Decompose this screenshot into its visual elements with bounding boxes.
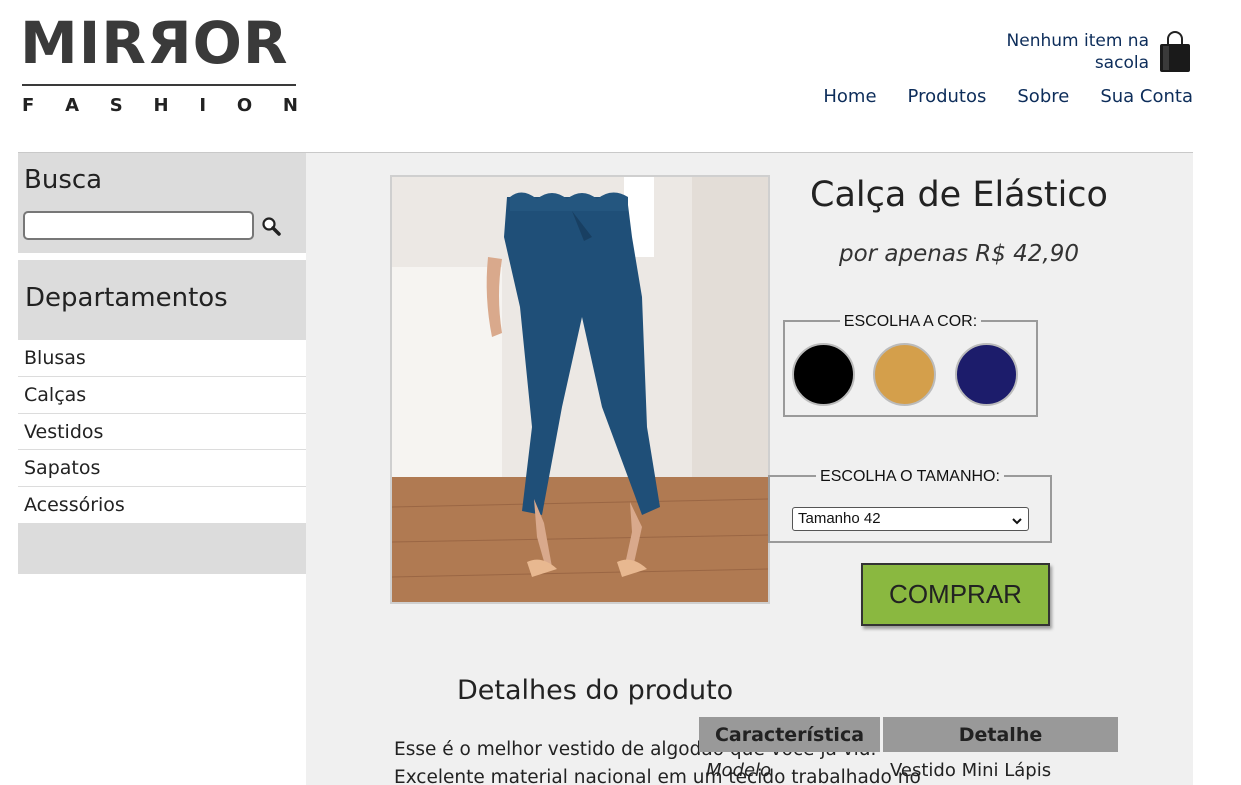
brand-name: MIRЯOR [20, 9, 289, 77]
department-item-sapatos[interactable]: Sapatos [18, 450, 306, 488]
size-fieldset: ESCOLHA O TAMANHO: Tamanho 42 [768, 468, 1052, 543]
product-image [390, 175, 770, 604]
brand-sub-letter: I [199, 95, 207, 116]
search-title: Busca [24, 165, 103, 195]
details-title: Detalhes do produto [457, 675, 734, 706]
nav-home[interactable]: Home [823, 86, 876, 107]
brand-sub-letter: S [109, 95, 123, 116]
cart-status: Nenhum item na sacola [1006, 31, 1149, 73]
size-legend: ESCOLHA O TAMANHO: [816, 468, 1004, 485]
sidebar-separator [18, 253, 306, 260]
departments-title: Departamentos [25, 283, 228, 313]
cart-widget[interactable]: Nenhum item na sacola [989, 30, 1193, 74]
main-nav: Home Produtos Sobre Sua Conta [823, 86, 1193, 107]
brand-sub-letter: A [65, 95, 79, 116]
table-row: Modelo Vestido Mini Lápis [699, 752, 1118, 785]
department-item-blusas[interactable]: Blusas [18, 340, 306, 377]
brand-sub-letter: O [236, 95, 253, 116]
size-legend-wrap: ESCOLHA O TAMANHO: [770, 466, 1050, 486]
color-legend: ESCOLHA A COR: [839, 313, 982, 330]
product-panel: Calça de Elástico por apenas R$ 42,90 ES… [306, 153, 1193, 785]
brand-sub-letter: H [153, 95, 169, 116]
logo-divider [22, 84, 296, 86]
department-item-acessorios[interactable]: Acessórios [18, 487, 306, 524]
brand-sub-letter: N [282, 95, 298, 116]
size-select-value: Tamanho 42 [798, 510, 881, 527]
spec-value: Vestido Mini Lápis [890, 759, 1052, 781]
product-price: por apenas R$ 42,90 [838, 241, 1080, 267]
product-title: Calça de Elástico [810, 175, 1108, 215]
spec-table: Característica Detalhe Modelo Vestido Mi… [696, 717, 1121, 785]
color-legend-wrap: ESCOLHA A COR: [785, 311, 1036, 331]
department-item-vestidos[interactable]: Vestidos [18, 413, 306, 451]
brand-sub-letter: F [22, 95, 35, 116]
brand-logo[interactable]: MIRЯOR F A S H I O N [20, 12, 298, 118]
color-swatch-navy[interactable] [955, 343, 1018, 406]
nav-produtos[interactable]: Produtos [908, 86, 987, 107]
color-swatch-black[interactable] [792, 343, 855, 406]
department-item-calcas[interactable]: Calças [18, 376, 306, 414]
nav-sobre[interactable]: Sobre [1017, 86, 1069, 107]
spec-header-caracteristica: Característica [699, 717, 880, 752]
buy-button[interactable]: COMPRAR [861, 563, 1050, 626]
nav-sua-conta[interactable]: Sua Conta [1100, 86, 1193, 107]
sidebar: Busca Departamentos Blusas Calças Vestid… [18, 153, 306, 574]
search-input[interactable] [23, 211, 254, 240]
size-select[interactable]: Tamanho 42 [792, 507, 1029, 531]
magnifier-icon[interactable] [261, 216, 281, 236]
color-swatch-mustard[interactable] [873, 343, 936, 406]
color-fieldset: ESCOLHA A COR: [783, 313, 1038, 417]
search-section: Busca [18, 153, 306, 253]
shopping-bag-icon[interactable] [1157, 30, 1193, 74]
brand-subtitle: F A S H I O N [22, 95, 298, 116]
chevron-down-icon [1011, 512, 1023, 525]
spec-key: Modelo [706, 759, 772, 781]
spec-header-detalhe: Detalhe [883, 717, 1118, 752]
departments-list: Blusas Calças Vestidos Sapatos Acessório… [18, 340, 306, 524]
